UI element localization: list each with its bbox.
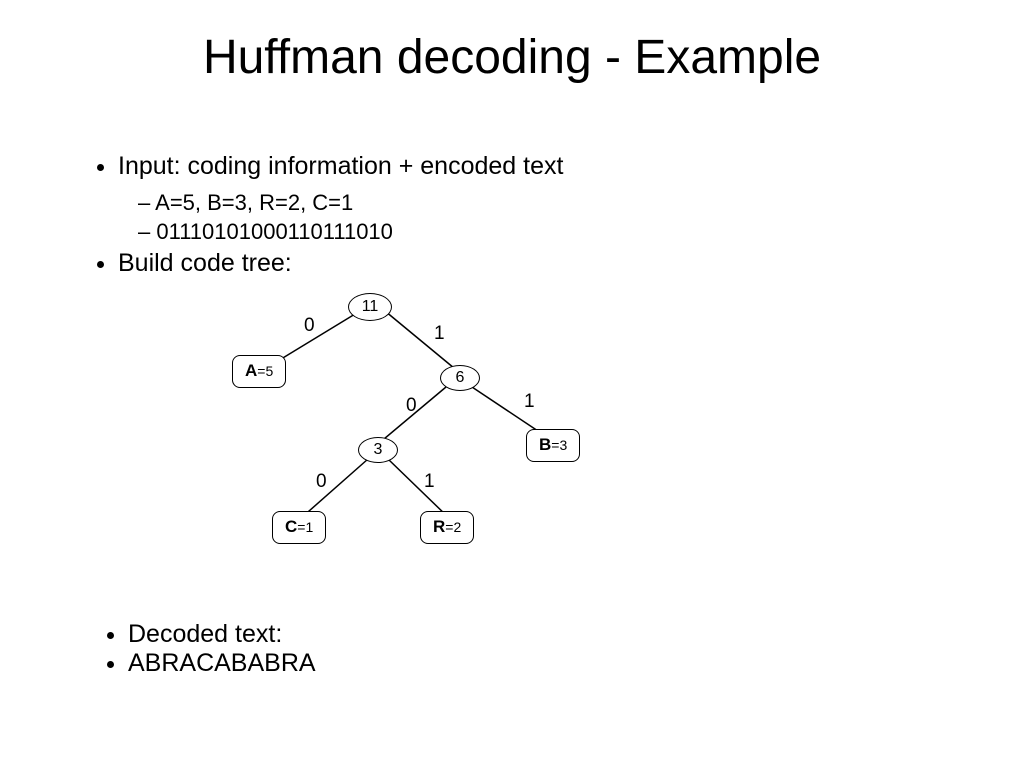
edge-label-0: 0 xyxy=(406,393,417,419)
bullet-freq: A=5, B=3, R=2, C=1 xyxy=(158,188,964,218)
node-internal-6: 6 xyxy=(440,365,480,391)
edge-label-1: 1 xyxy=(524,389,535,415)
node-leaf-R: R=2 xyxy=(420,511,474,544)
edge-label-0: 0 xyxy=(316,469,327,495)
node-leaf-B: B=3 xyxy=(526,429,580,462)
decoded-label: Decoded text: xyxy=(128,620,316,649)
node-internal-3: 3 xyxy=(358,437,398,463)
bullet-build: Build code tree: xyxy=(118,247,964,281)
bullet-input: Input: coding information + encoded text xyxy=(118,150,964,184)
node-leaf-A: A=5 xyxy=(232,355,286,388)
decoded-section: Decoded text: ABRACABABRA xyxy=(100,620,316,678)
bullet-bits: 01110101000110111010 xyxy=(158,217,964,247)
node-leaf-C: C=1 xyxy=(272,511,326,544)
decoded-value: ABRACABABRA xyxy=(128,649,316,678)
edge-label-1: 1 xyxy=(424,469,435,495)
huffman-tree: 11 A=5 6 3 B=3 C=1 R=2 0 1 0 1 0 1 xyxy=(220,289,820,589)
page-title: Huffman decoding - Example xyxy=(0,0,1024,85)
node-root-11: 11 xyxy=(348,293,392,321)
content: Input: coding information + encoded text… xyxy=(90,150,964,589)
edge-label-1: 1 xyxy=(434,321,445,347)
edge-label-0: 0 xyxy=(304,313,315,339)
